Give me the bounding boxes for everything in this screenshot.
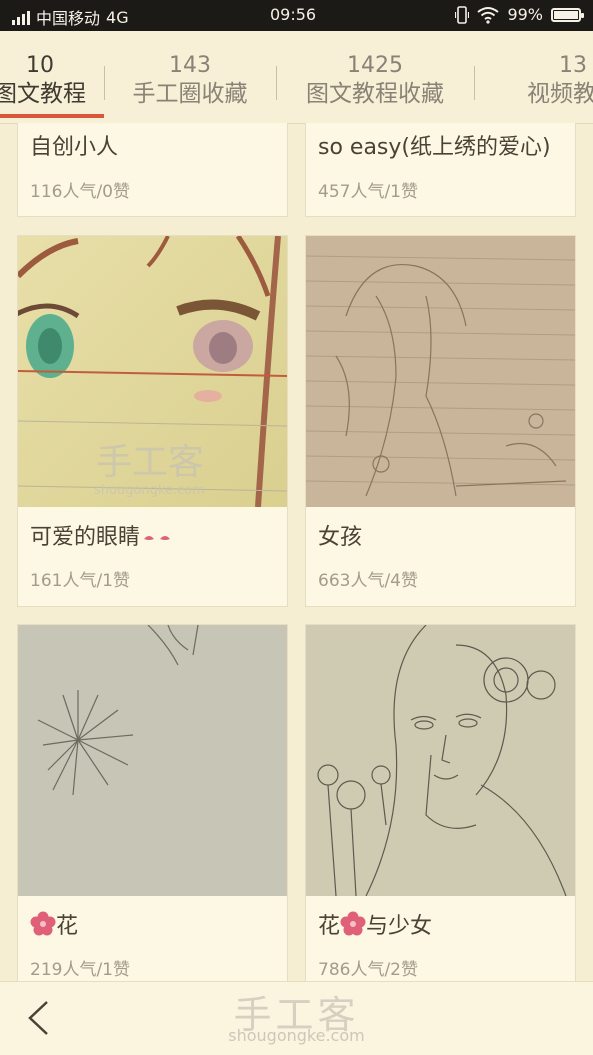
- card-thumbnail: [18, 625, 287, 896]
- card-title: 自创小人: [30, 135, 119, 160]
- eyes-drawing-image: 手工客 shougongke.com: [18, 236, 287, 507]
- card-thumbnail: 手工客 shougongke.com: [18, 236, 287, 507]
- card-title: 花: [30, 908, 78, 940]
- card-stats: 161人气/1赞: [30, 571, 130, 591]
- wifi-icon: [477, 6, 500, 24]
- clock: 09:56: [270, 5, 317, 24]
- watermark-cn: 手工客: [96, 442, 204, 483]
- battery-percent: 99%: [507, 5, 543, 24]
- site-logo-en: shougongke.com: [228, 1026, 365, 1045]
- card-title: 可爱的眼睛: [30, 519, 174, 551]
- active-tab-indicator: [0, 114, 104, 118]
- card-thumbnail: [306, 236, 575, 507]
- tab-craft-circle-favorites[interactable]: 143 手工圈收藏: [112, 53, 268, 109]
- card-title: 女孩: [318, 525, 363, 550]
- tutorial-card[interactable]: 女孩 663人气/4赞: [305, 235, 576, 607]
- eyes-emoji-icon: [144, 536, 171, 540]
- card-stats: 219人气/1赞: [30, 960, 130, 980]
- signal-icon: [12, 9, 30, 25]
- tab-count: 13: [559, 53, 587, 78]
- tab-tutorials[interactable]: 10 图文教程: [0, 53, 104, 109]
- tutorial-card[interactable]: 花 219人气/1赞: [17, 624, 288, 984]
- tab-divider: [104, 66, 105, 100]
- carrier-name: 中国移动: [36, 9, 101, 28]
- card-title-suffix: 与少女: [366, 914, 433, 939]
- tab-video-tutorials[interactable]: 13 视频教程: [498, 53, 593, 109]
- flower-emoji-icon: [340, 911, 366, 936]
- tab-count: 10: [26, 53, 54, 78]
- tutorial-card[interactable]: so easy(纸上绣的爱心) 457人气/1赞: [305, 123, 576, 217]
- card-title-text: 花: [56, 914, 79, 939]
- card-stats: 786人气/2赞: [318, 960, 418, 980]
- vibrate-icon: [455, 5, 470, 24]
- tab-label: 手工圈收藏: [132, 81, 248, 107]
- card-stats: 116人气/0赞: [30, 182, 130, 202]
- tutorial-card[interactable]: 自创小人 116人气/0赞: [17, 123, 288, 217]
- watermark-en: shougongke.com: [94, 483, 205, 498]
- girl-sketch-image: [306, 236, 575, 507]
- tab-tutorial-favorites[interactable]: 1425 图文教程收藏: [290, 53, 460, 109]
- tab-count: 1425: [347, 53, 403, 78]
- tab-label: 图文教程: [0, 81, 86, 107]
- tab-count: 143: [169, 53, 211, 78]
- girl-with-flowers-sketch-image: [306, 625, 575, 896]
- card-stats: 663人气/4赞: [318, 571, 418, 591]
- card-title-text: 可爱的眼睛: [30, 525, 141, 550]
- battery-icon: [551, 7, 584, 22]
- tab-label: 图文教程收藏: [306, 81, 444, 107]
- flower-emoji-icon: [30, 911, 56, 936]
- card-title-text: 花: [318, 914, 341, 939]
- status-bar: 中国移动 4G 09:56 99%: [0, 0, 593, 31]
- tutorial-card[interactable]: 手工客 shougongke.com 可爱的眼睛 161人气/1赞: [17, 235, 288, 607]
- flower-sketch-image: [18, 625, 287, 896]
- tab-bar: 10 图文教程 143 手工圈收藏 1425 图文教程收藏 13 视频教程: [0, 31, 593, 124]
- card-title: so easy(纸上绣的爱心): [318, 135, 551, 160]
- tab-label: 视频教程: [527, 81, 593, 107]
- bottom-bar: 手工客 shougongke.com: [0, 981, 593, 1055]
- card-title: 花 与少女: [318, 908, 432, 940]
- card-stats: 457人气/1赞: [318, 182, 418, 202]
- tutorial-card[interactable]: 花 与少女 786人气/2赞: [305, 624, 576, 984]
- network-type: 4G: [106, 7, 129, 27]
- card-thumbnail: [306, 625, 575, 896]
- tab-divider: [276, 66, 277, 100]
- tab-divider: [474, 66, 475, 100]
